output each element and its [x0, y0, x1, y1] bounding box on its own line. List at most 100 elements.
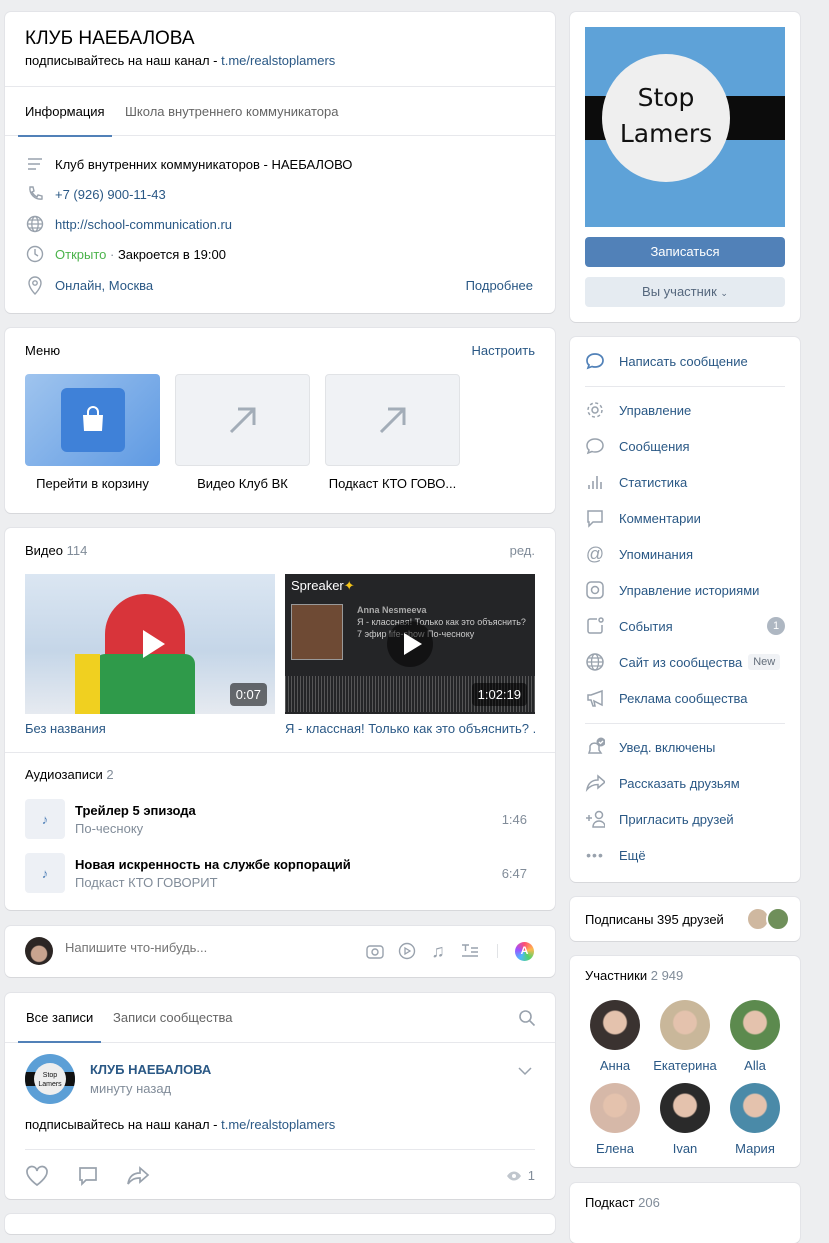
menu-item-cart[interactable] — [25, 374, 160, 466]
status-link[interactable]: t.me/realstoplamers — [221, 53, 335, 68]
eye-icon — [506, 1170, 522, 1182]
more-dots-icon: ••• — [586, 847, 604, 863]
info-hours: Открыто · Закроется в 19:00 — [25, 243, 226, 265]
share-icon — [585, 773, 605, 793]
post-time[interactable]: минуту назад — [90, 1081, 171, 1096]
more-info-link[interactable]: Подробнее — [466, 278, 533, 293]
member-avatar[interactable] — [590, 1000, 640, 1050]
post-link[interactable]: t.me/realstoplamers — [221, 1117, 335, 1132]
camera-icon[interactable] — [365, 941, 385, 961]
events-icon — [585, 616, 605, 636]
comment-icon[interactable] — [76, 1164, 100, 1188]
action-add-user[interactable]: Пригласить друзей — [585, 808, 785, 830]
member-item[interactable]: Екатерина — [650, 1000, 720, 1073]
write-message-button[interactable]: Написать сообщение — [585, 350, 748, 372]
action-comment[interactable]: Комментарии — [585, 507, 785, 529]
count-badge: 1 — [767, 617, 785, 635]
video-thumb-1[interactable]: 0:07 — [25, 574, 275, 714]
audio-row[interactable]: ♪ Новая искренность на службе корпораций П… — [25, 853, 535, 893]
search-icon[interactable] — [517, 1008, 537, 1028]
member-avatar[interactable] — [590, 1083, 640, 1133]
member-item[interactable]: Анна — [580, 1000, 650, 1073]
videos-edit-link[interactable]: ред. — [510, 543, 535, 558]
video-play-icon[interactable] — [397, 941, 417, 961]
post-input[interactable] — [65, 940, 325, 955]
action-stats[interactable]: Статистика — [585, 471, 785, 493]
video-title[interactable]: Я - классная! Только как это объяснить? … — [285, 721, 535, 736]
member-avatar[interactable] — [660, 1000, 710, 1050]
video-thumb-2[interactable]: Spreaker✦ Anna Nesmeeva Я - классная! Тол… — [285, 574, 535, 714]
like-icon[interactable] — [25, 1164, 49, 1188]
video-duration: 0:07 — [229, 683, 267, 706]
action-megaphone[interactable]: Реклама сообщества — [585, 687, 785, 709]
member-name[interactable]: Екатерина — [650, 1058, 720, 1073]
member-name[interactable]: Елена — [580, 1141, 650, 1156]
music-note-icon[interactable]: ♪ — [25, 799, 65, 839]
chevron-down-icon[interactable] — [515, 1061, 535, 1081]
share-icon[interactable] — [126, 1164, 150, 1188]
tab-info[interactable]: Информация — [18, 87, 112, 137]
stats-icon — [585, 472, 605, 492]
member-name[interactable]: Анна — [580, 1058, 650, 1073]
action-stories[interactable]: Управление историями — [585, 579, 785, 601]
action-message[interactable]: Сообщения — [585, 435, 785, 457]
member-item[interactable]: Ivan — [650, 1083, 720, 1156]
post-author[interactable]: КЛУБ НАЕБАЛОВА — [90, 1062, 211, 1077]
member-item[interactable]: Мария — [720, 1083, 790, 1156]
podcast-header[interactable]: Подкаст 206 — [585, 1195, 660, 1210]
action-share[interactable]: Рассказать друзьям — [585, 772, 785, 794]
article-icon[interactable] — [460, 941, 480, 961]
tab-school[interactable]: Школа внутреннего коммуникатора — [125, 87, 338, 137]
tab-community-posts[interactable]: Записи сообщества — [113, 993, 233, 1043]
menu-item-podcast[interactable] — [325, 374, 460, 466]
music-icon[interactable]: ♫ — [428, 941, 448, 961]
tab-all-posts[interactable]: Все записи — [18, 993, 102, 1043]
post-author-avatar[interactable]: Stop Lamers — [25, 1054, 75, 1104]
play-icon[interactable] — [387, 621, 433, 667]
message-icon — [585, 436, 605, 456]
menu-configure-link[interactable]: Настроить — [471, 343, 535, 358]
media-card: Видео 114 ред. 0:07 Без названия Spreake… — [5, 528, 555, 910]
action-globe[interactable]: Сайт из сообщества New — [585, 651, 785, 673]
members-header[interactable]: Участники 2 949 — [585, 968, 683, 983]
audio-row[interactable]: ♪ Трейлер 5 эпизода По-чесноку 1:46 — [25, 799, 535, 839]
menu-label[interactable]: Видео Клуб ВК — [175, 476, 310, 491]
arrow-link-icon — [379, 407, 405, 434]
group-cover-image[interactable]: Stop Lamers — [585, 27, 785, 227]
globe-icon — [25, 214, 45, 234]
member-dropdown-button[interactable]: Вы участник ⌄ — [585, 277, 785, 307]
menu-label[interactable]: Перейти в корзину — [25, 476, 160, 491]
info-description: Клуб внутренних коммуникаторов - НАЕБАЛО… — [25, 153, 352, 175]
site-link[interactable]: http://school-communication.ru — [55, 217, 232, 232]
next-post-card — [5, 1214, 555, 1234]
member-avatar[interactable] — [730, 1083, 780, 1133]
play-icon[interactable] — [133, 626, 169, 662]
action-more-dots[interactable]: ••• Ещё — [585, 844, 785, 866]
member-avatar[interactable] — [660, 1083, 710, 1133]
ai-assistant-icon[interactable]: A — [515, 942, 534, 961]
members-card: Участники 2 949 Анна Екатерина Alla Елена Iv… — [570, 956, 800, 1167]
member-avatar[interactable] — [730, 1000, 780, 1050]
member-name[interactable]: Мария — [720, 1141, 790, 1156]
audios-header[interactable]: Аудиозаписи 2 — [25, 767, 114, 782]
music-note-icon[interactable]: ♪ — [25, 853, 65, 893]
menu-label[interactable]: Подкаст КТО ГОВО... — [325, 476, 460, 491]
member-item[interactable]: Елена — [580, 1083, 650, 1156]
bell-check-icon — [585, 737, 605, 757]
join-button[interactable]: Записаться — [585, 237, 785, 267]
info-site: http://school-communication.ru — [25, 213, 232, 235]
action-at[interactable]: @ Упоминания — [585, 543, 785, 565]
videos-header[interactable]: Видео 114 — [25, 543, 87, 558]
member-item[interactable]: Alla — [720, 1000, 790, 1073]
action-gear[interactable]: Управление — [585, 399, 785, 421]
action-bell-check[interactable]: Увед. включены — [585, 736, 785, 758]
friends-subscribed-card[interactable]: Подписаны 395 друзей — [570, 897, 800, 941]
post-text: подписывайтесь на наш канал - t.me/reals… — [25, 1117, 336, 1132]
member-name[interactable]: Alla — [720, 1058, 790, 1073]
video-duration: 1:02:19 — [471, 683, 527, 706]
action-events[interactable]: События 1 — [585, 615, 785, 637]
post-composer: ♫ A — [5, 926, 555, 977]
member-name[interactable]: Ivan — [650, 1141, 720, 1156]
video-title[interactable]: Без названия — [25, 721, 106, 736]
menu-item-video[interactable] — [175, 374, 310, 466]
